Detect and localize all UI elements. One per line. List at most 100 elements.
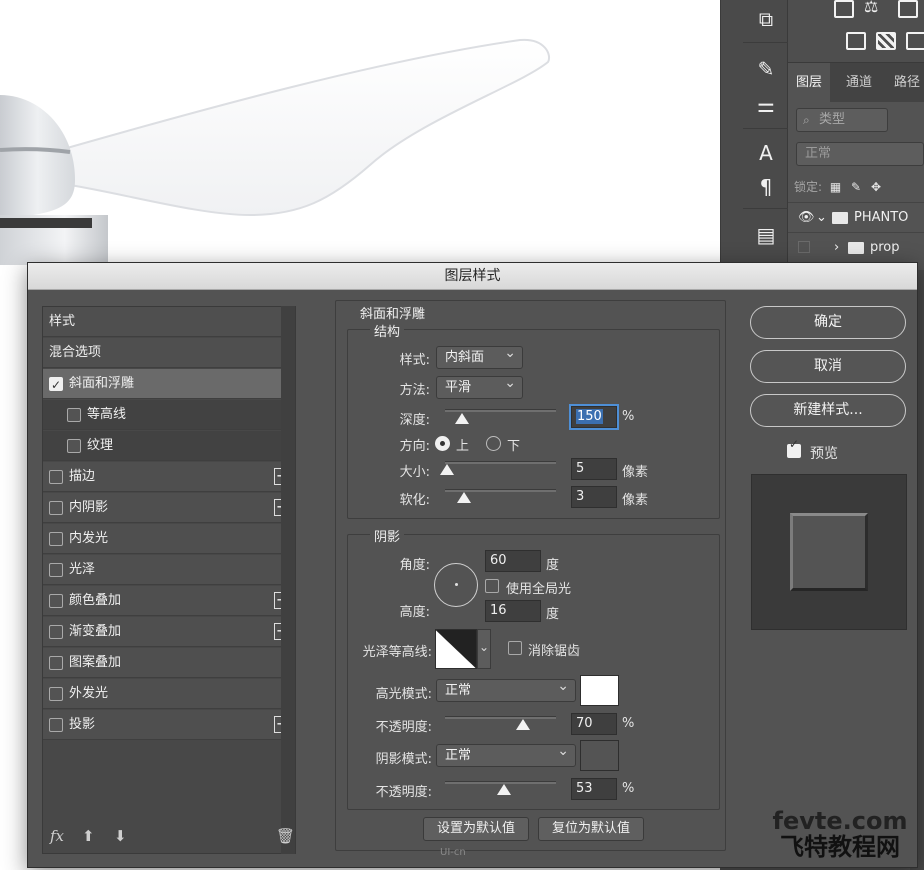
style-item[interactable]: 斜面和浮雕	[43, 369, 295, 400]
cancel-button[interactable]: 取消	[750, 350, 906, 383]
style-item-checkbox[interactable]	[49, 656, 63, 670]
depth-label: 深度:	[399, 413, 430, 428]
character-panel-icon[interactable]: A	[753, 140, 779, 166]
size-input[interactable]: 5	[571, 458, 617, 480]
shadow-opacity-input[interactable]: 53	[571, 778, 617, 800]
folder-icon	[848, 242, 864, 254]
levels-icon[interactable]	[834, 0, 854, 18]
highlight-mode-dropdown[interactable]: 正常	[436, 676, 576, 702]
style-item[interactable]: 光泽	[43, 555, 295, 585]
style-item-checkbox[interactable]	[49, 563, 63, 577]
make-default-button[interactable]: 设置为默认值	[423, 817, 529, 841]
style-item[interactable]: 内阴影+	[43, 493, 295, 523]
chevron-right-icon[interactable]: ›	[834, 233, 839, 263]
anti-alias-checkbox[interactable]	[508, 641, 522, 655]
depth-slider-track[interactable]	[445, 409, 556, 412]
shadow-color-swatch[interactable]	[580, 740, 619, 771]
style-list-scrollbar[interactable]	[281, 306, 295, 854]
gloss-contour-swatch[interactable]	[435, 629, 477, 669]
chevron-down-icon[interactable]: ⌄	[477, 629, 491, 669]
style-item[interactable]: 外发光	[43, 679, 295, 709]
visibility-icon[interactable]: 👁	[798, 203, 815, 233]
photo-filter-icon[interactable]	[846, 32, 866, 50]
fx-icon[interactable]: fx	[50, 827, 64, 845]
style-item-checkbox[interactable]	[67, 439, 81, 453]
style-item-checkbox[interactable]	[49, 470, 63, 484]
layer-kind-filter[interactable]: ⌕ 类型	[796, 108, 888, 132]
soften-slider-thumb[interactable]	[456, 492, 471, 503]
tab-channels[interactable]: 通道	[846, 63, 872, 103]
tool-presets-icon[interactable]: ⚌	[753, 92, 779, 118]
style-item[interactable]: 样式	[43, 307, 295, 337]
highlight-opacity-input[interactable]: 70	[571, 713, 617, 735]
layer-row[interactable]: 👁 ⌄ PHANTO	[788, 202, 924, 232]
style-item-checkbox[interactable]	[49, 370, 63, 400]
reset-default-button[interactable]: 复位为默认值	[538, 817, 644, 841]
direction-up-radio[interactable]	[435, 436, 450, 451]
style-item-label: 内阴影	[69, 500, 109, 515]
shadow-opacity-thumb[interactable]	[496, 784, 511, 795]
notes-panel-icon[interactable]: ▤	[753, 222, 779, 248]
style-item-checkbox[interactable]	[49, 594, 63, 608]
depth-slider-thumb[interactable]	[454, 413, 469, 424]
technique-dropdown[interactable]: 平滑	[436, 373, 523, 399]
properties-icon[interactable]: ⧉	[753, 6, 779, 32]
style-item[interactable]: 描边+	[43, 462, 295, 492]
size-slider-track[interactable]	[445, 461, 556, 464]
angle-input[interactable]: 60	[485, 550, 541, 572]
style-item-checkbox[interactable]	[49, 501, 63, 515]
altitude-unit: 度	[546, 607, 560, 622]
style-item[interactable]: 混合选项	[43, 338, 295, 368]
curves-icon[interactable]	[898, 0, 918, 18]
brush-presets-icon[interactable]: ✎	[753, 56, 779, 82]
depth-input[interactable]: 150	[569, 404, 619, 430]
angle-dial[interactable]	[434, 563, 478, 607]
style-item[interactable]: 图案叠加	[43, 648, 295, 678]
style-item-label: 斜面和浮雕	[69, 376, 135, 391]
tab-layers[interactable]: 图层	[788, 63, 831, 103]
gradient-map-icon[interactable]	[876, 32, 896, 50]
balance-icon[interactable]: ⚖	[864, 0, 884, 18]
style-item-checkbox[interactable]	[49, 687, 63, 701]
new-style-button[interactable]: 新建样式...	[750, 394, 906, 427]
selective-color-icon[interactable]	[906, 32, 924, 50]
lock-position-icon[interactable]: ✥	[871, 180, 881, 194]
panel-icon-strip: ⧉ ✎ ⚌ A ¶ ▤	[720, 0, 789, 270]
style-item-checkbox[interactable]	[49, 532, 63, 546]
trash-icon[interactable]: 🗑	[276, 827, 295, 845]
dialog-title[interactable]: 图层样式	[28, 263, 917, 290]
lock-pixels-icon[interactable]: ✎	[851, 180, 861, 194]
soften-input[interactable]: 3	[571, 486, 617, 508]
style-list: 样式混合选项斜面和浮雕等高线纹理描边+内阴影+ 内发光光泽颜色叠加+渐变叠加+ 图案…	[42, 306, 296, 854]
global-light-checkbox[interactable]	[485, 579, 499, 593]
highlight-opacity-thumb[interactable]	[515, 719, 530, 730]
altitude-input[interactable]: 16	[485, 600, 541, 622]
preview-checkbox[interactable]	[787, 437, 801, 458]
move-down-icon[interactable]: ⬇	[114, 827, 127, 845]
direction-down-radio[interactable]	[486, 436, 501, 451]
paragraph-panel-icon[interactable]: ¶	[753, 174, 779, 200]
style-item[interactable]: 纹理	[43, 431, 295, 461]
move-up-icon[interactable]: ⬆	[82, 827, 95, 845]
visibility-toggle[interactable]	[798, 241, 810, 253]
chevron-down-icon[interactable]: ⌄	[816, 203, 827, 233]
style-item-checkbox[interactable]	[49, 718, 63, 732]
highlight-opacity-track[interactable]	[445, 716, 556, 719]
ok-button[interactable]: 确定	[750, 306, 906, 339]
layer-row[interactable]: › prop	[788, 232, 924, 262]
layer-blend-mode[interactable]: 正常	[796, 142, 924, 166]
style-item[interactable]: 等高线	[43, 400, 295, 430]
tab-paths[interactable]: 路径	[894, 63, 920, 103]
style-item-checkbox[interactable]	[49, 625, 63, 639]
style-item[interactable]: 内发光	[43, 524, 295, 554]
layer-style-dialog: 图层样式 样式混合选项斜面和浮雕等高线纹理描边+内阴影+内发光光泽颜色叠加+渐变…	[27, 262, 918, 868]
style-item[interactable]: 颜色叠加+	[43, 586, 295, 616]
shadow-mode-dropdown[interactable]: 正常	[436, 741, 576, 767]
style-item[interactable]: 投影+	[43, 710, 295, 740]
lock-transparency-icon[interactable]: ▦	[830, 180, 841, 194]
size-slider-thumb[interactable]	[440, 464, 455, 475]
highlight-color-swatch[interactable]	[580, 675, 619, 706]
bevel-style-dropdown[interactable]: 内斜面	[436, 343, 523, 369]
style-item[interactable]: 渐变叠加+	[43, 617, 295, 647]
style-item-checkbox[interactable]	[67, 408, 81, 422]
